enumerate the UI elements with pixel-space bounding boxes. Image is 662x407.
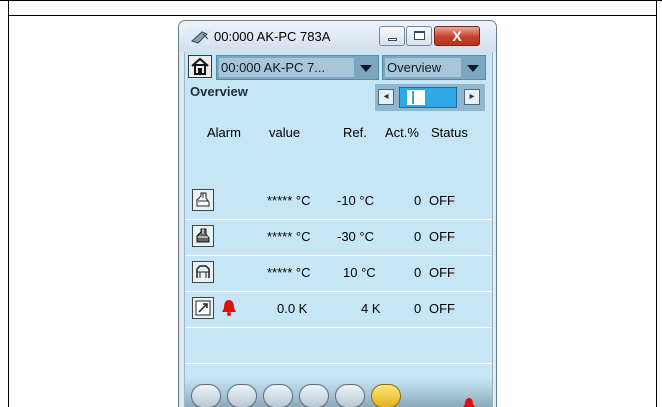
scroll-thumb[interactable] <box>407 90 425 105</box>
graph-tab-icon[interactable] <box>299 384 329 407</box>
chevron-down-icon[interactable] <box>463 59 483 76</box>
alarms-tab-icon[interactable] <box>335 384 365 407</box>
row-act: 0 <box>414 265 422 280</box>
row-value: ***** °C <box>267 193 311 208</box>
frame-right-border <box>656 0 657 407</box>
row-value: ***** °C <box>267 265 311 280</box>
header-act: Act.% <box>385 125 419 140</box>
row-status: OFF <box>429 229 455 244</box>
row-act: 0 <box>414 229 422 244</box>
controller-tab-icon[interactable] <box>227 384 257 407</box>
home-button[interactable] <box>188 55 212 78</box>
app-window: 00:000 AK-PC 783A X 00:000 AK-PC 7... Ov… <box>178 20 497 407</box>
row-act: 0 <box>414 301 422 316</box>
close-button[interactable]: X <box>434 26 480 46</box>
header-ref: Ref. <box>343 125 367 140</box>
header-alarm: Alarm <box>207 125 241 140</box>
table-row[interactable]: ***** °C 10 °C 0 OFF <box>185 255 492 292</box>
alarm-bell-icon[interactable] <box>221 299 237 317</box>
scroll-track[interactable] <box>399 87 457 108</box>
device-select-value: 00:000 AK-PC 7... <box>221 60 326 75</box>
table-row[interactable]: ***** °C -10 °C 0 OFF <box>185 183 492 220</box>
minimize-button[interactable] <box>379 26 405 46</box>
scroll-left-icon[interactable]: ◂ <box>378 89 394 105</box>
section-label: Overview <box>190 84 248 99</box>
cycle-tab-icon[interactable] <box>263 384 293 407</box>
row-status: OFF <box>429 301 455 316</box>
table-row[interactable]: 0.0 K 4 K 0 OFF <box>185 291 492 328</box>
header-status: Status <box>431 125 468 140</box>
close-icon: X <box>452 28 462 44</box>
display-case-icon[interactable] <box>192 261 214 283</box>
cabinet-cooler-icon[interactable] <box>192 189 214 211</box>
row-act: 0 <box>414 193 422 208</box>
table-row[interactable]: ***** °C -30 °C 0 OFF <box>185 219 492 256</box>
row-value: 0.0 K <box>277 301 308 316</box>
app-icon <box>190 29 210 45</box>
alarm-indicator-icon[interactable] <box>461 397 477 407</box>
row-status: OFF <box>429 193 455 208</box>
view-select-value: Overview <box>387 60 442 75</box>
header-value: value <box>269 125 301 140</box>
empty-row <box>185 327 492 364</box>
row-ref: 10 °C <box>343 265 376 280</box>
freezer-cooler-icon[interactable] <box>192 225 214 247</box>
client-area: 00:000 AK-PC 7... Overview Overview ◂ ▸ … <box>184 52 493 407</box>
bottom-tab-bar <box>185 378 492 407</box>
row-value: ***** °C <box>267 229 311 244</box>
horizontal-scroller[interactable]: ◂ ▸ <box>375 84 485 111</box>
device-select[interactable]: 00:000 AK-PC 7... <box>216 55 379 80</box>
frame-divider <box>8 15 657 16</box>
row-ref: -30 °C <box>337 229 374 244</box>
row-ref: 4 K <box>361 301 381 316</box>
title-bar[interactable]: 00:000 AK-PC 783A X <box>179 21 496 52</box>
home-icon <box>191 57 209 75</box>
scroll-right-icon[interactable]: ▸ <box>464 89 480 105</box>
view-select[interactable]: Overview <box>382 55 486 80</box>
chevron-down-icon[interactable] <box>356 59 376 76</box>
maximize-button[interactable] <box>406 26 432 46</box>
frame-top-border <box>0 0 662 1</box>
row-status: OFF <box>429 265 455 280</box>
service-tab-icon[interactable] <box>371 384 401 407</box>
frame-left-border <box>8 0 9 407</box>
window-title: 00:000 AK-PC 783A <box>214 29 331 44</box>
maximize-icon <box>414 31 425 40</box>
minimize-icon <box>388 38 397 41</box>
evaporators-tab-icon[interactable] <box>191 384 221 407</box>
row-ref: -10 °C <box>337 193 374 208</box>
condenser-icon[interactable] <box>192 297 214 319</box>
